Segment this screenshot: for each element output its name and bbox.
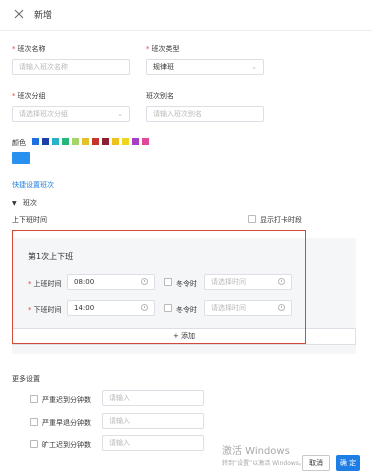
cancel-button[interactable]: 取消 xyxy=(302,455,330,471)
shift-name-input[interactable]: 请输入班次名称 xyxy=(12,59,130,75)
work-time-label: 上下班时间 xyxy=(12,216,47,224)
close-icon[interactable] xyxy=(14,9,24,19)
chevron-down-icon: ⌄ xyxy=(117,110,123,118)
severe-early-checkbox[interactable] xyxy=(30,418,38,426)
more-settings-title: 更多设置 xyxy=(12,375,40,383)
color-swatch[interactable] xyxy=(142,138,149,145)
shift-type-select[interactable]: 规律班 ⌄ xyxy=(146,59,264,75)
color-swatch[interactable] xyxy=(102,138,109,145)
windows-watermark-title: 激活 Windows xyxy=(222,446,290,457)
show-punch-checkbox[interactable] xyxy=(248,215,256,223)
color-swatch[interactable] xyxy=(82,138,89,145)
severe-late-input[interactable]: 请输入 xyxy=(102,390,204,406)
quick-setup-link[interactable]: 快捷设置班次 xyxy=(12,180,54,190)
ok-button[interactable]: 确 定 xyxy=(336,455,360,471)
shift-name-label: * 班次名称 xyxy=(12,45,46,53)
severe-late-label: 严重迟到分钟数 xyxy=(42,396,91,404)
color-swatch[interactable] xyxy=(132,138,139,145)
show-punch-label: 显示打卡时段 xyxy=(260,216,302,224)
color-swatch[interactable] xyxy=(62,138,69,145)
section-toggle-label: 班次 xyxy=(22,199,37,207)
color-swatch[interactable] xyxy=(122,138,129,145)
caret-down-icon: ▼ xyxy=(12,200,17,207)
color-swatch[interactable] xyxy=(72,138,79,145)
dialog-title: 新增 xyxy=(34,11,53,21)
shift-type-label: * 班次类型 xyxy=(146,45,180,53)
highlight-box xyxy=(12,230,306,344)
severe-early-input[interactable]: 请输入 xyxy=(102,413,204,429)
absent-late-input[interactable]: 请输入 xyxy=(102,435,204,451)
color-label: 颜色 xyxy=(12,139,26,147)
windows-watermark-subtitle: 转到“设置”以激活 Windows。 xyxy=(222,460,305,467)
color-swatch[interactable] xyxy=(42,138,49,145)
shift-type-value: 规律班 xyxy=(153,63,174,71)
shift-section-toggle[interactable]: ▼ 班次 xyxy=(12,198,37,208)
header-divider xyxy=(0,30,372,31)
shift-group-label: * 班次分组 xyxy=(12,92,46,100)
shift-group-select[interactable]: 请选择班次分组 ⌄ xyxy=(12,106,130,122)
severe-early-label: 严重早退分钟数 xyxy=(42,419,91,427)
color-swatches xyxy=(32,138,162,146)
shift-group-placeholder: 请选择班次分组 xyxy=(19,110,68,118)
absent-late-checkbox[interactable] xyxy=(30,440,38,448)
severe-late-checkbox[interactable] xyxy=(30,395,38,403)
absent-late-label: 旷工迟到分钟数 xyxy=(42,441,91,449)
chevron-down-icon: ⌄ xyxy=(251,63,257,71)
color-swatch[interactable] xyxy=(92,138,99,145)
color-swatch[interactable] xyxy=(112,138,119,145)
color-swatch[interactable] xyxy=(52,138,59,145)
shift-alias-input[interactable]: 请输入班次别名 xyxy=(146,106,264,122)
shift-alias-label: 班次别名 xyxy=(146,92,174,100)
color-swatch[interactable] xyxy=(32,138,39,145)
selected-color[interactable] xyxy=(12,152,30,164)
